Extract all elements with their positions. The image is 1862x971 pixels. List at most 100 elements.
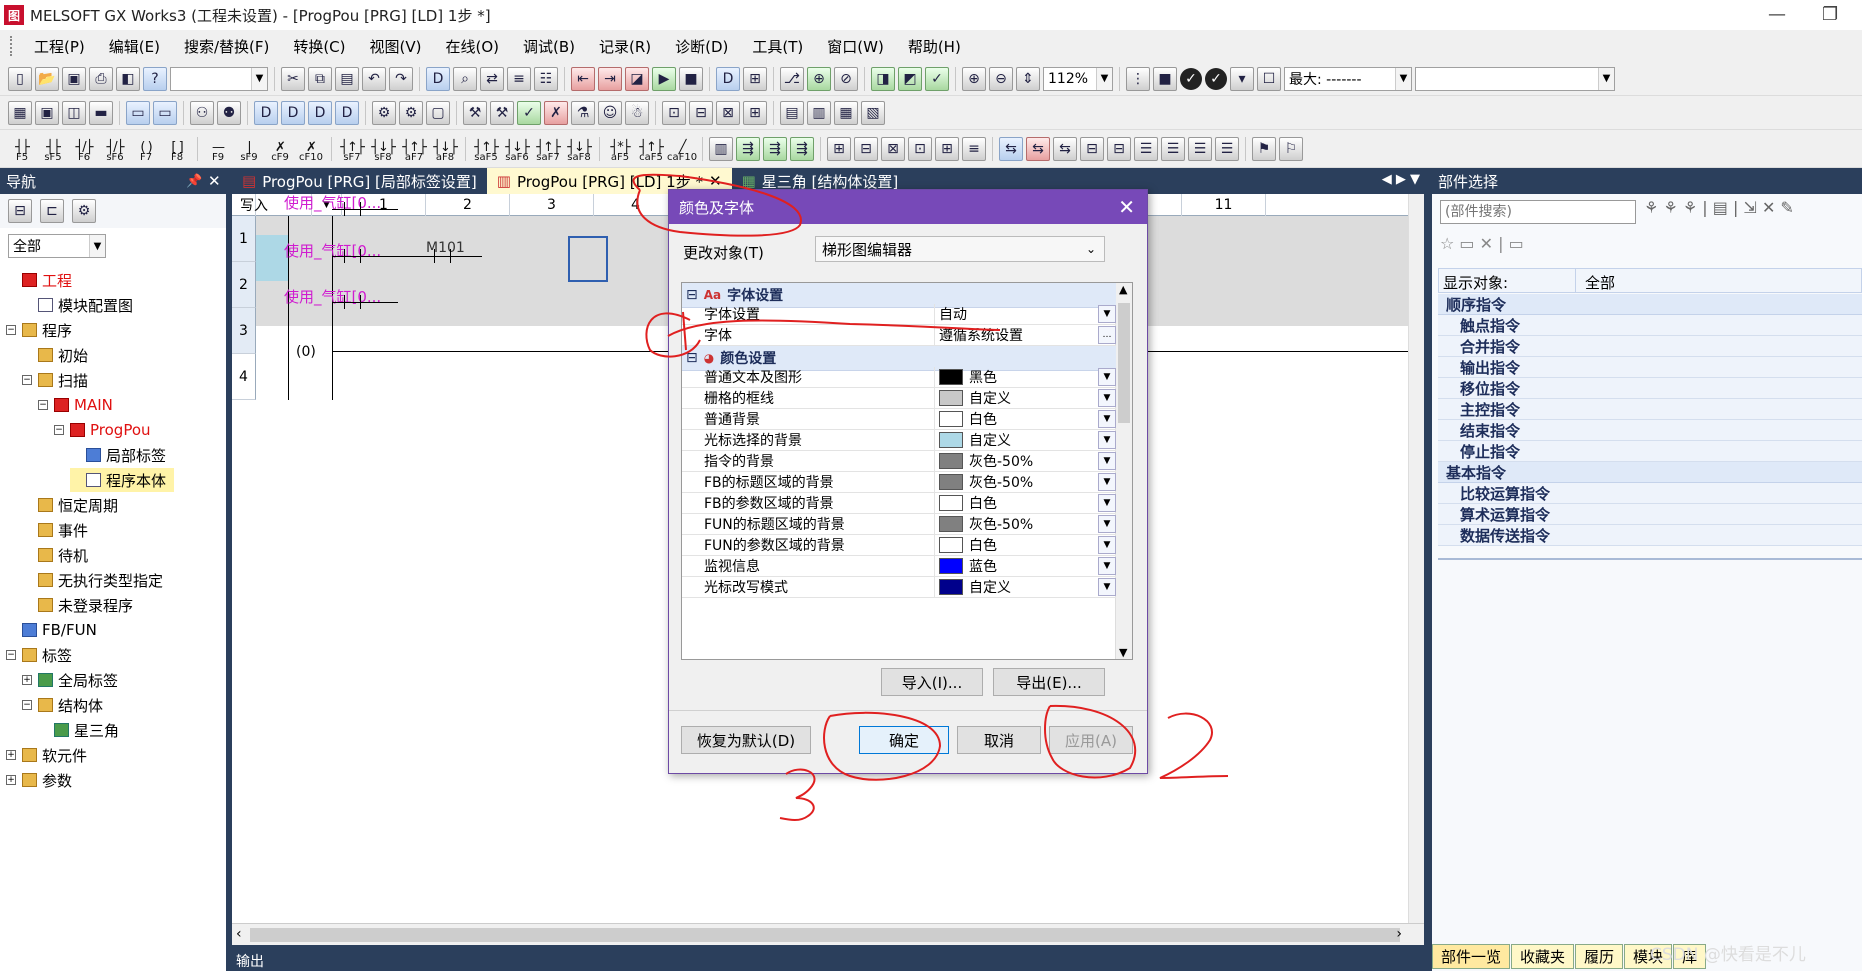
import-button[interactable]: 导入(I)... [881,668,983,696]
ellipsis-icon[interactable]: … [1098,326,1116,344]
max-combo[interactable]: 最大: ------- ▼ [1284,66,1412,91]
export-button[interactable]: 导出(E)... [993,668,1105,696]
ladder-tool4-icon[interactable]: ⊞ [827,136,851,161]
new-icon[interactable]: ▯ [8,66,32,91]
restore-default-button[interactable]: 恢复为默认(D) [681,726,811,754]
nav-view-icon[interactable]: ⊟ [8,199,32,223]
zoom-combo[interactable]: 112% ▼ [1043,66,1113,91]
m101-label[interactable]: M101 [426,240,465,256]
contact-or-icon[interactable]: ┤├ sF5 [39,135,67,163]
grid-icon[interactable]: ⋮ [1126,66,1150,91]
edit-cursor[interactable] [568,236,608,282]
tree-item[interactable]: + 全局标签 [22,668,118,692]
monitor-stop-icon[interactable]: ■ [679,66,703,91]
copy-icon[interactable]: ⧉ [308,66,332,91]
help-icon[interactable]: ? [143,66,167,91]
open-icon[interactable]: 📂 [35,66,59,91]
minimize-icon[interactable]: — [1768,4,1786,25]
menu-edit[interactable]: 编辑(E) [97,36,172,57]
restore-icon[interactable]: ❐ [1822,4,1838,25]
stamp-icon[interactable]: ▾ [1230,66,1254,91]
menu-debug[interactable]: 调试(B) [511,36,587,57]
stop-square-icon[interactable]: ■ [1153,66,1177,91]
property-row[interactable]: 光标选择的背景 自定义 ▼ [682,430,1116,451]
robot-icon[interactable]: ☺ [598,100,622,125]
contact-label-row1[interactable]: 使用_气缸[0... [284,194,381,213]
panel3-icon[interactable]: ▦ [834,100,858,125]
coil-icon[interactable]: ( ) F7 [132,135,160,163]
parts-category[interactable]: 顺序指令 [1438,294,1862,315]
read-plc-icon[interactable]: ⇥ [598,66,622,91]
zoom-in-icon[interactable]: ⊕ [962,66,986,91]
ladder-tool6-icon[interactable]: ⊠ [881,136,905,161]
delete-vline-icon[interactable]: ✗ cF10 [297,135,325,163]
tool-icon[interactable]: ⚗ [571,100,595,125]
layout-icon[interactable]: ⊡ [662,100,686,125]
tree-item[interactable]: − 扫描 [22,368,88,392]
property-row[interactable]: 监视信息 蓝色 ▼ [682,556,1116,577]
vline-icon[interactable]: | sF9 [235,135,263,163]
cancel-button[interactable]: 取消 [957,726,1041,754]
property-value[interactable]: 灰色-50% [934,472,1098,492]
editor-vscroll[interactable] [1408,194,1424,923]
collapse-icon[interactable]: ⊟ [686,287,698,303]
delete-hline-icon[interactable]: ✗ cF9 [266,135,294,163]
menu-convert[interactable]: 转换(C) [281,36,357,57]
property-row[interactable]: FUN的标题区域的背景 灰色-50% ▼ [682,514,1116,535]
draw-line-icon[interactable]: ╱ caF10 [667,135,697,163]
network2-icon[interactable]: ⚙ [399,100,423,125]
collapse-icon[interactable]: ⊟ [686,350,698,366]
property-value[interactable]: 自定义 [934,388,1098,408]
tab-favorites[interactable]: 收藏夹 [1511,944,1575,969]
check-syntax-icon[interactable]: ✓ [517,100,541,125]
invert-icon[interactable]: ┤*├ aF5 [606,135,634,163]
build2-icon[interactable]: ⚒ [490,100,514,125]
parts-item[interactable]: 数据传送指令 [1438,525,1862,546]
dev-c-icon[interactable]: D [308,100,332,125]
watch2-icon[interactable]: ◩ [898,66,922,91]
tab-history[interactable]: 履历 [1575,944,1624,969]
tree-item[interactable]: + 软元件 [6,743,87,767]
dev-icon[interactable]: D [716,66,740,91]
frame-icon[interactable]: ▢ [426,100,450,125]
check-icon[interactable]: ✓ [925,66,949,91]
dropdown-arrow-icon[interactable]: ▼ [1098,452,1116,470]
parts-item[interactable]: 触点指令 [1438,315,1862,336]
nav-settings-icon[interactable]: ⚙ [72,199,96,223]
layout4-icon[interactable]: ⊞ [743,100,767,125]
dropdown-arrow-icon[interactable]: ▼ [1098,515,1116,533]
device-icon[interactable]: D [426,66,450,91]
tree-item[interactable]: 恒定周期 [22,493,118,517]
ladder-tool12-icon[interactable]: ⇆ [1053,136,1077,161]
tab-nav-icon[interactable]: ◀ ▶ ▼ [1382,172,1420,187]
tree-item[interactable]: 未登录程序 [22,593,133,617]
property-value[interactable]: 白色 [934,493,1098,513]
check-circle-icon[interactable]: ✓ [1180,67,1202,90]
nav-tree-icon[interactable]: ⊏ [40,199,64,223]
tree-item[interactable]: 工程 [6,268,72,292]
ladder-tool11-icon[interactable]: ⇆ [1026,136,1050,161]
instruction-icon[interactable]: [ ] F8 [163,135,191,163]
tree-icon[interactable]: ⚇ [190,100,214,125]
zoom-out-icon[interactable]: ⊖ [989,66,1013,91]
tree-item[interactable]: − ProgPou [54,418,151,442]
falling-or-icon[interactable]: ┤↓├ aF8 [431,135,459,163]
parts-item[interactable]: 停止指令 [1438,441,1862,462]
panel-icon[interactable]: ▤ [780,100,804,125]
ladder-tool5-icon[interactable]: ⊟ [854,136,878,161]
layout3-icon[interactable]: ⊠ [716,100,740,125]
property-row[interactable]: 光标改写模式 自定义 ▼ [682,577,1116,598]
tree-expander-icon[interactable]: − [6,650,16,660]
property-value[interactable]: 灰色-50% [934,451,1098,471]
tree-expander-icon[interactable]: − [54,425,64,435]
nav-filter-combo[interactable]: 全部 ▼ [8,234,106,258]
tab-local-labels[interactable]: ▤ ProgPou [PRG] [局部标签设置] [232,168,487,194]
parts-item[interactable]: 比较运算指令 [1438,483,1862,504]
ladder-tool15-icon[interactable]: ☰ [1134,136,1158,161]
falling-nc-or-icon[interactable]: ┤↓├ saF8 [565,135,593,163]
favorite-icon[interactable]: ☆ ▭ ✕ | ▭ [1440,234,1524,253]
dropdown-arrow-icon[interactable]: ▼ [1098,536,1116,554]
ladder-tool20-icon[interactable]: ⚐ [1279,136,1303,161]
tree-item[interactable]: 模块配置图 [22,293,133,317]
fit-icon[interactable]: ⇕ [1016,66,1040,91]
